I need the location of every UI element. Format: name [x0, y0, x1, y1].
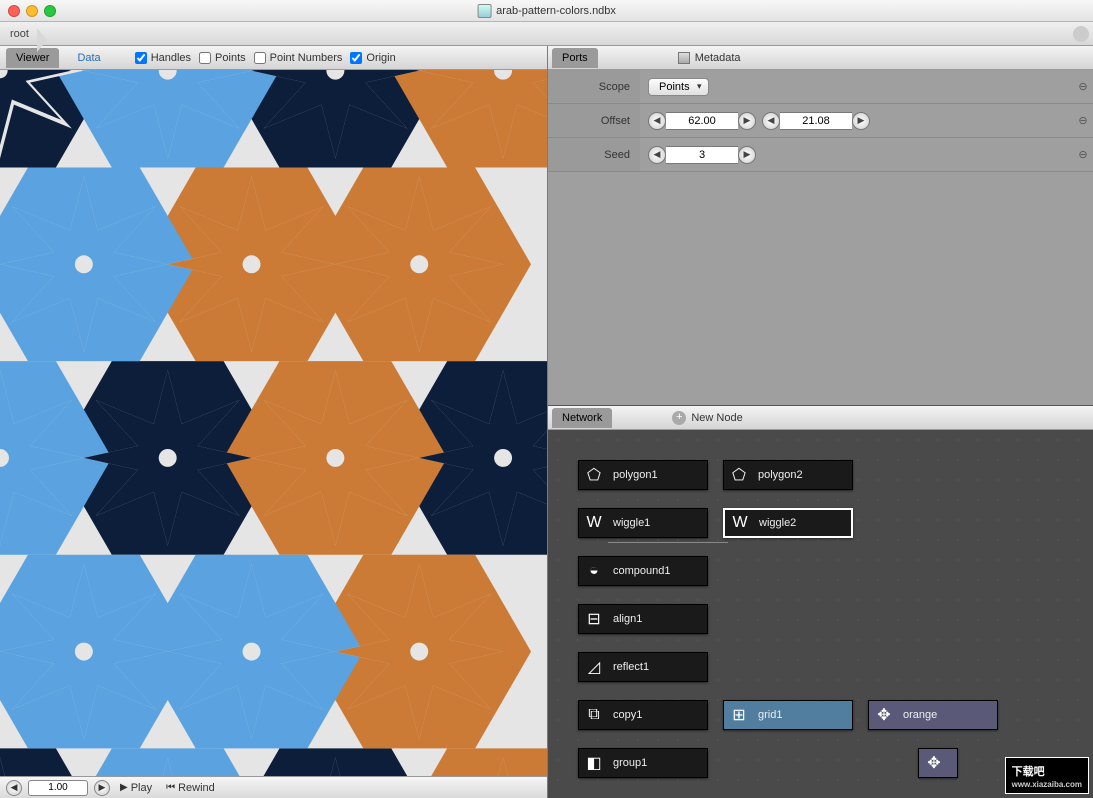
check-origin[interactable]: Origin	[350, 52, 395, 64]
check-points[interactable]: Points	[199, 52, 246, 64]
check-handles[interactable]: Handles	[135, 52, 191, 64]
frame-field[interactable]: 1.00	[28, 780, 88, 796]
rewind-button[interactable]: ⏮Rewind	[162, 782, 219, 794]
port-label: Scope	[548, 70, 640, 103]
play-button[interactable]: ▶Play	[116, 782, 156, 794]
tab-ports[interactable]: Ports	[552, 48, 598, 68]
node-align1[interactable]: ⊟align1	[578, 604, 708, 634]
tab-metadata[interactable]: Metadata	[678, 52, 741, 64]
new-node-button[interactable]: +New Node	[672, 411, 742, 425]
group-icon: ◧	[581, 750, 607, 776]
minimize-window-button[interactable]	[26, 5, 38, 17]
tab-viewer[interactable]: Viewer	[6, 48, 59, 68]
tab-data[interactable]: Data	[67, 48, 110, 68]
node-orange[interactable]: ✥orange	[868, 700, 998, 730]
frame-prev-button[interactable]: ◀	[6, 780, 22, 796]
traffic-lights	[0, 5, 56, 17]
wiggle-icon: W	[581, 510, 607, 536]
polygon-icon: ⬠	[581, 462, 607, 488]
frame-next-button[interactable]: ▶	[94, 780, 110, 796]
watermark: 下载吧 www.xiazaiba.com	[1005, 757, 1089, 794]
play-icon: ▶	[120, 782, 128, 793]
node-reflect1[interactable]: ◿reflect1	[578, 652, 708, 682]
network-tabrow: Network +New Node	[548, 406, 1093, 430]
polygon-icon: ⬠	[726, 462, 752, 488]
expand-icon[interactable]: ⊖	[1073, 148, 1093, 161]
node-wire	[608, 542, 728, 543]
node-wiggle1[interactable]: Wwiggle1	[578, 508, 708, 538]
node-copy1[interactable]: ⧉copy1	[578, 700, 708, 730]
port-label: Seed	[548, 138, 640, 171]
step-up-button[interactable]: ▶	[738, 146, 756, 164]
metadata-icon	[678, 52, 690, 64]
document-icon	[477, 4, 491, 18]
move-icon: ✥	[921, 750, 947, 776]
step-down-button[interactable]: ◀	[648, 146, 666, 164]
offset-y-spinner[interactable]: ◀21.08▶	[762, 112, 870, 130]
ports-panel: Ports Metadata Scope Points ⊖ Offset ◀62…	[548, 46, 1093, 406]
viewer-tabrow: Viewer Data Handles Points Point Numbers…	[0, 46, 547, 70]
plus-icon: +	[672, 411, 686, 425]
reflect-icon: ◿	[581, 654, 607, 680]
seed-spinner[interactable]: ◀3▶	[648, 146, 756, 164]
node-unnamed[interactable]: ✥	[918, 748, 958, 778]
network-canvas[interactable]: ⬠polygon1 ⬠polygon2 Wwiggle1 Wwiggle2 ◒c…	[548, 430, 1093, 798]
grid-icon: ⊞	[726, 702, 752, 728]
step-down-button[interactable]: ◀	[648, 112, 666, 130]
node-polygon1[interactable]: ⬠polygon1	[578, 460, 708, 490]
pattern-preview	[0, 70, 547, 776]
port-label: Offset	[548, 104, 640, 137]
expand-icon[interactable]: ⊖	[1073, 80, 1093, 93]
step-up-button[interactable]: ▶	[738, 112, 756, 130]
window-title: arab-pattern-colors.ndbx	[477, 4, 616, 18]
compound-icon: ◒	[581, 558, 607, 584]
viewer-canvas[interactable]	[0, 70, 547, 776]
node-group1[interactable]: ◧group1	[578, 748, 708, 778]
port-row-scope: Scope Points ⊖	[548, 70, 1093, 104]
node-grid1[interactable]: ⊞grid1	[723, 700, 853, 730]
move-icon: ✥	[871, 702, 897, 728]
node-wiggle2[interactable]: Wwiggle2	[723, 508, 853, 538]
port-row-seed: Seed ◀3▶ ⊖	[548, 138, 1093, 172]
window-titlebar: arab-pattern-colors.ndbx	[0, 0, 1093, 22]
node-compound1[interactable]: ◒compound1	[578, 556, 708, 586]
rewind-icon: ⏮	[166, 782, 175, 793]
timeline: ◀ 1.00 ▶ ▶Play ⏮Rewind	[0, 776, 547, 798]
close-window-button[interactable]	[8, 5, 20, 17]
align-icon: ⊟	[581, 606, 607, 632]
seed-value[interactable]: 3	[666, 146, 738, 164]
zoom-window-button[interactable]	[44, 5, 56, 17]
check-point-numbers[interactable]: Point Numbers	[254, 52, 343, 64]
copy-icon: ⧉	[581, 702, 607, 728]
step-up-button[interactable]: ▶	[852, 112, 870, 130]
breadcrumb-root[interactable]: root	[0, 28, 47, 40]
document-name: arab-pattern-colors.ndbx	[496, 5, 616, 17]
offset-x-spinner[interactable]: ◀62.00▶	[648, 112, 756, 130]
node-polygon2[interactable]: ⬠polygon2	[723, 460, 853, 490]
breadcrumb-options-button[interactable]	[1073, 26, 1089, 42]
wiggle-icon: W	[727, 510, 753, 536]
offset-y-value[interactable]: 21.08	[780, 112, 852, 130]
scope-select[interactable]: Points	[648, 78, 709, 96]
tab-network[interactable]: Network	[552, 408, 612, 428]
offset-x-value[interactable]: 62.00	[666, 112, 738, 130]
step-down-button[interactable]: ◀	[762, 112, 780, 130]
breadcrumb: root	[0, 22, 1093, 46]
port-row-offset: Offset ◀62.00▶ ◀21.08▶ ⊖	[548, 104, 1093, 138]
expand-icon[interactable]: ⊖	[1073, 114, 1093, 127]
